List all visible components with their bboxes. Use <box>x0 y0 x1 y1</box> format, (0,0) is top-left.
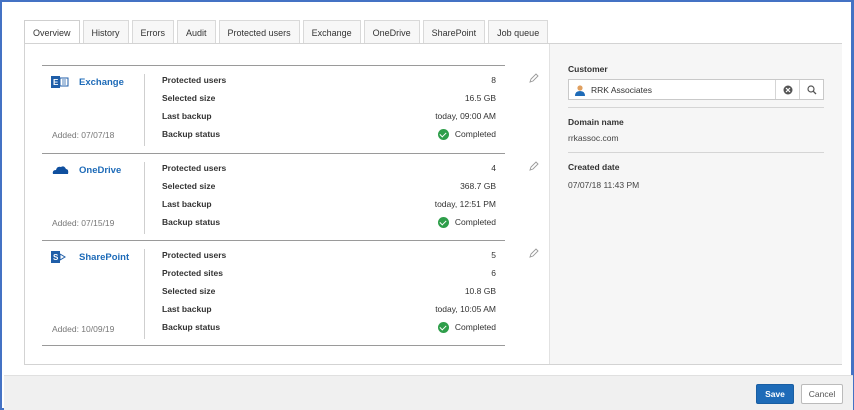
detail-row: Selected size 10.8 GB <box>162 282 496 300</box>
svg-text:S: S <box>53 253 59 262</box>
detail-value: 368.7 GB <box>460 181 496 191</box>
status-text: Completed <box>454 217 496 227</box>
tab-bar: Overview History Errors Audit Protected … <box>24 20 551 45</box>
detail-row: Backup status Completed <box>162 318 496 336</box>
detail-row: Last backup today, 10:05 AM <box>162 300 496 318</box>
tab-job-queue[interactable]: Job queue <box>488 20 549 44</box>
details-pane: Customer RRK Associates Domain name rrka… <box>549 44 842 364</box>
user-icon <box>575 84 585 96</box>
check-circle-icon <box>437 321 449 333</box>
service-header: S SharePoint <box>51 250 129 264</box>
edit-icon[interactable] <box>528 247 540 259</box>
search-button[interactable] <box>799 80 823 99</box>
detail-value: today, 12:51 PM <box>434 199 496 209</box>
divider <box>568 107 824 108</box>
detail-key: Backup status <box>162 217 221 227</box>
customer-label: Customer <box>568 64 608 74</box>
tab-protected-users[interactable]: Protected users <box>218 20 300 44</box>
cancel-button[interactable]: Cancel <box>801 384 843 404</box>
detail-key: Protected sites <box>162 268 223 278</box>
detail-key: Selected size <box>162 286 216 296</box>
detail-row: Protected sites 6 <box>162 264 496 282</box>
status-value: Completed <box>437 128 496 140</box>
dialog-frame: Overview History Errors Audit Protected … <box>0 0 854 410</box>
service-header: OneDrive <box>51 163 121 177</box>
domain-value: rrkassoc.com <box>568 133 619 143</box>
detail-value: 10.8 GB <box>464 286 496 296</box>
overview-panel: E Exchange Added: 07/07/18 Protected use… <box>24 43 842 365</box>
detail-value: 8 <box>491 75 496 85</box>
detail-key: Last backup <box>162 304 212 314</box>
detail-key: Backup status <box>162 129 221 139</box>
detail-row: Selected size 16.5 GB <box>162 89 496 107</box>
detail-row: Protected users 4 <box>162 159 496 177</box>
status-value: Completed <box>437 216 496 228</box>
search-icon <box>806 84 816 94</box>
added-date: Added: 07/15/19 <box>52 218 115 228</box>
status-text: Completed <box>454 129 496 139</box>
tab-overview[interactable]: Overview <box>24 20 80 45</box>
save-button[interactable]: Save <box>756 384 794 404</box>
detail-key: Backup status <box>162 322 221 332</box>
tab-audit[interactable]: Audit <box>177 20 216 44</box>
domain-label: Domain name <box>568 117 624 127</box>
detail-row: Last backup today, 09:00 AM <box>162 107 496 125</box>
status-value: Completed <box>437 321 496 333</box>
detail-row: Selected size 368.7 GB <box>162 177 496 195</box>
detail-row: Backup status Completed <box>162 213 496 231</box>
detail-value: 4 <box>491 163 496 173</box>
service-name[interactable]: SharePoint <box>79 252 129 263</box>
created-label: Created date <box>568 162 620 172</box>
detail-key: Protected users <box>162 163 227 173</box>
dialog-footer: Save Cancel <box>4 375 853 410</box>
service-card-onedrive: OneDrive Added: 07/15/19 Protected users… <box>42 153 539 240</box>
tab-sharepoint[interactable]: SharePoint <box>422 20 486 44</box>
customer-value: RRK Associates <box>591 84 652 95</box>
clear-button[interactable] <box>775 80 799 99</box>
check-circle-icon <box>437 128 449 140</box>
clear-icon <box>783 85 792 94</box>
added-date: Added: 10/09/19 <box>52 324 115 334</box>
divider <box>568 152 824 153</box>
onedrive-icon <box>52 166 69 174</box>
detail-value: 16.5 GB <box>464 93 496 103</box>
edit-icon[interactable] <box>528 72 540 84</box>
check-circle-icon <box>437 216 449 228</box>
detail-row: Protected users 5 <box>162 246 496 264</box>
detail-key: Selected size <box>162 93 216 103</box>
detail-key: Last backup <box>162 111 212 121</box>
detail-row: Protected users 8 <box>162 71 496 89</box>
service-header: E Exchange <box>51 75 124 89</box>
created-value: 07/07/18 11:43 PM <box>568 180 640 190</box>
detail-value: 5 <box>491 250 496 260</box>
edit-icon[interactable] <box>528 160 540 172</box>
detail-value: 6 <box>491 268 496 278</box>
detail-key: Last backup <box>162 199 212 209</box>
tab-onedrive[interactable]: OneDrive <box>363 20 420 44</box>
detail-key: Selected size <box>162 181 216 191</box>
card-divider <box>144 74 145 146</box>
svg-text:E: E <box>53 78 59 87</box>
sharepoint-icon: S <box>51 251 66 263</box>
service-name[interactable]: Exchange <box>79 77 124 88</box>
service-card-exchange: E Exchange Added: 07/07/18 Protected use… <box>42 65 539 153</box>
service-card-sharepoint: S SharePoint Added: 10/09/19 Protected u… <box>42 240 539 346</box>
detail-row: Last backup today, 12:51 PM <box>162 195 496 213</box>
card-divider <box>144 162 145 234</box>
tab-exchange[interactable]: Exchange <box>302 20 361 44</box>
customer-picker[interactable]: RRK Associates <box>568 79 824 100</box>
detail-key: Protected users <box>162 75 227 85</box>
customer-field[interactable]: RRK Associates <box>574 84 775 96</box>
tab-errors[interactable]: Errors <box>131 20 175 44</box>
detail-row: Backup status Completed <box>162 125 496 143</box>
added-date: Added: 07/07/18 <box>52 130 115 140</box>
status-text: Completed <box>454 322 496 332</box>
tab-history[interactable]: History <box>82 20 129 44</box>
detail-key: Protected users <box>162 250 227 260</box>
detail-value: today, 10:05 AM <box>435 304 496 314</box>
card-divider <box>144 249 145 339</box>
exchange-icon: E <box>51 76 69 88</box>
detail-value: today, 09:00 AM <box>435 111 496 121</box>
service-name[interactable]: OneDrive <box>79 165 121 176</box>
